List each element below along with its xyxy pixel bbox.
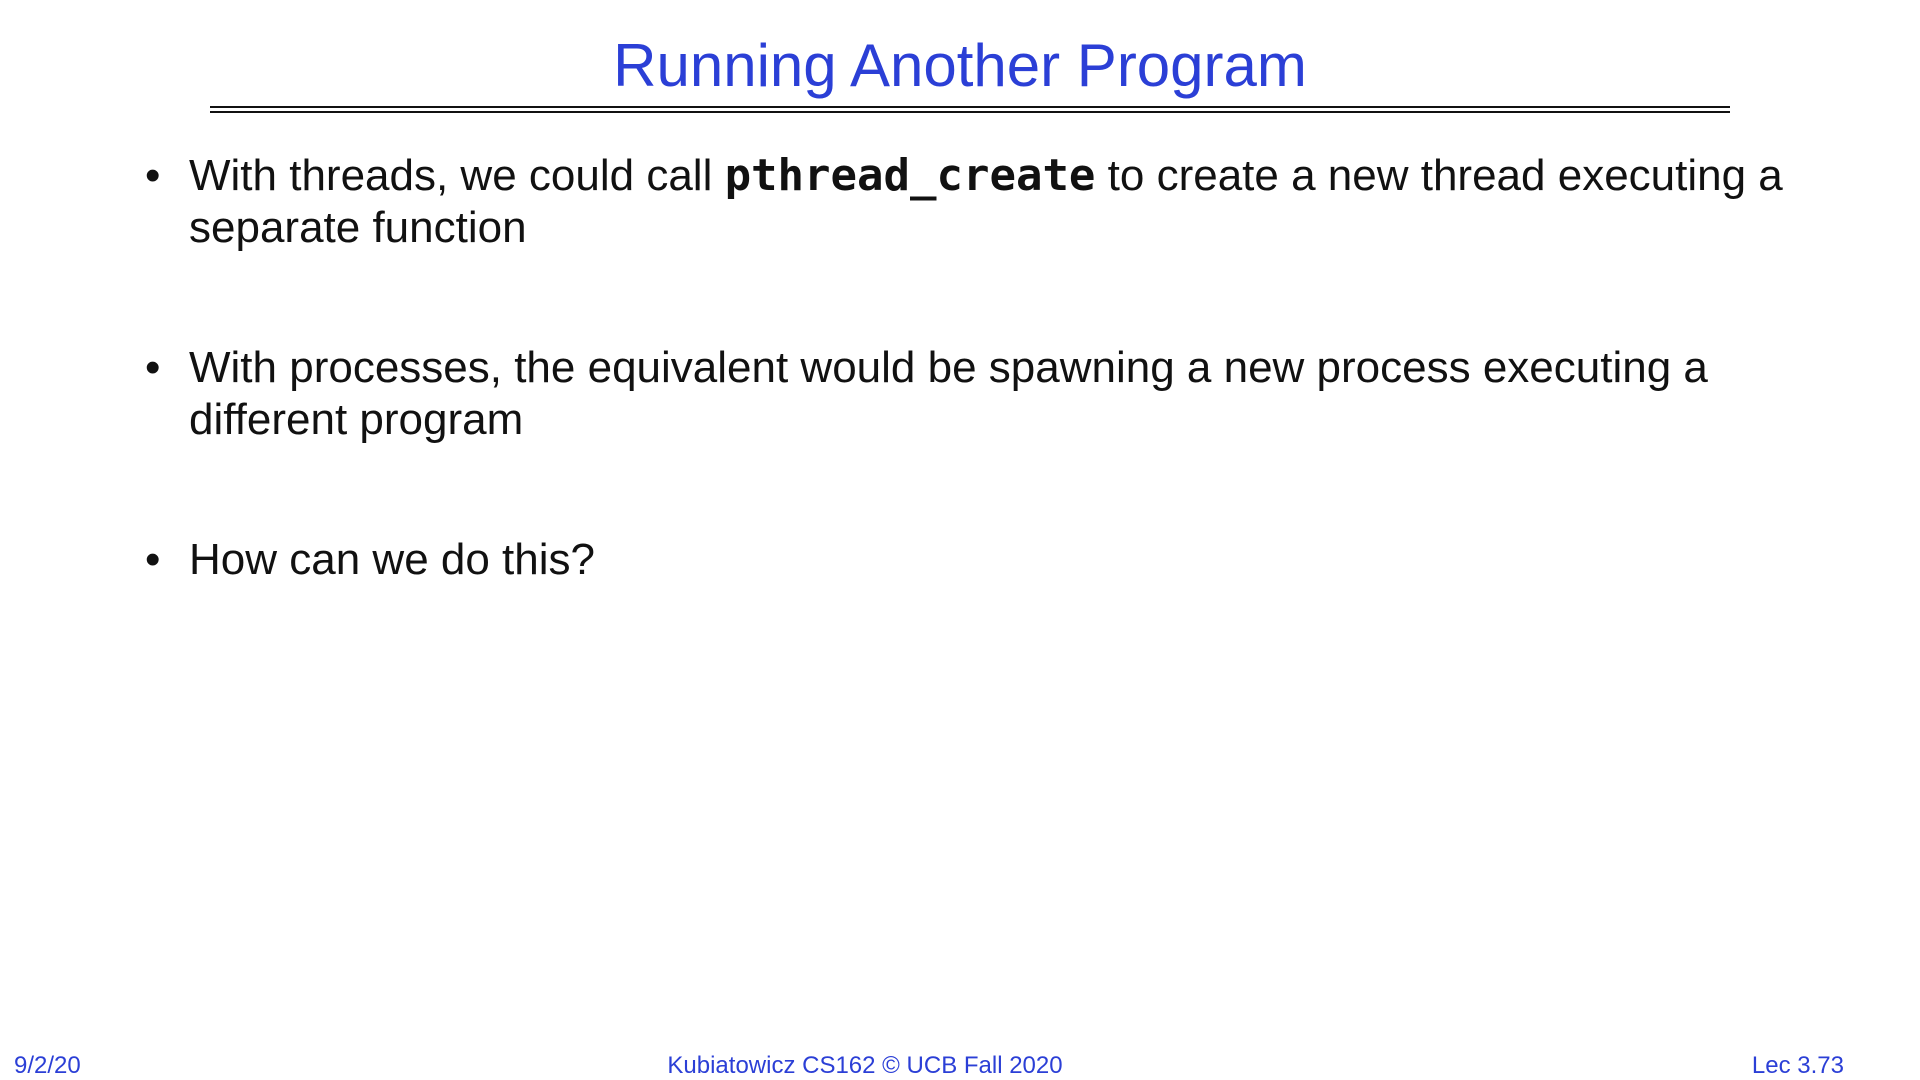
title-rule-top — [210, 106, 1730, 108]
bullet-list: • With threads, we could call pthread_cr… — [145, 150, 1785, 674]
slide: Running Another Program • With threads, … — [0, 0, 1920, 1080]
bullet-dot: • — [145, 151, 161, 200]
bullet-text: With processes, the equivalent would be … — [189, 343, 1708, 444]
footer-course: Kubiatowicz CS162 © UCB Fall 2020 — [667, 1052, 1063, 1079]
bullet-text-before: With threads, we could call — [189, 151, 725, 200]
bullet-item-processes: • With processes, the equivalent would b… — [145, 342, 1785, 446]
bullet-dot: • — [145, 535, 161, 584]
title-rule-bottom — [210, 111, 1730, 113]
footer-lecture: Lec 3.73 — [1751, 1052, 1844, 1079]
code-pthread-create: pthread_create — [724, 150, 1096, 201]
bullet-dot: • — [145, 343, 161, 392]
bullet-text: How can we do this? — [189, 535, 595, 584]
slide-title: Running Another Program — [613, 32, 1307, 99]
bullet-item-threads: • With threads, we could call pthread_cr… — [145, 150, 1785, 254]
bullet-item-question: • How can we do this? — [145, 534, 1785, 586]
